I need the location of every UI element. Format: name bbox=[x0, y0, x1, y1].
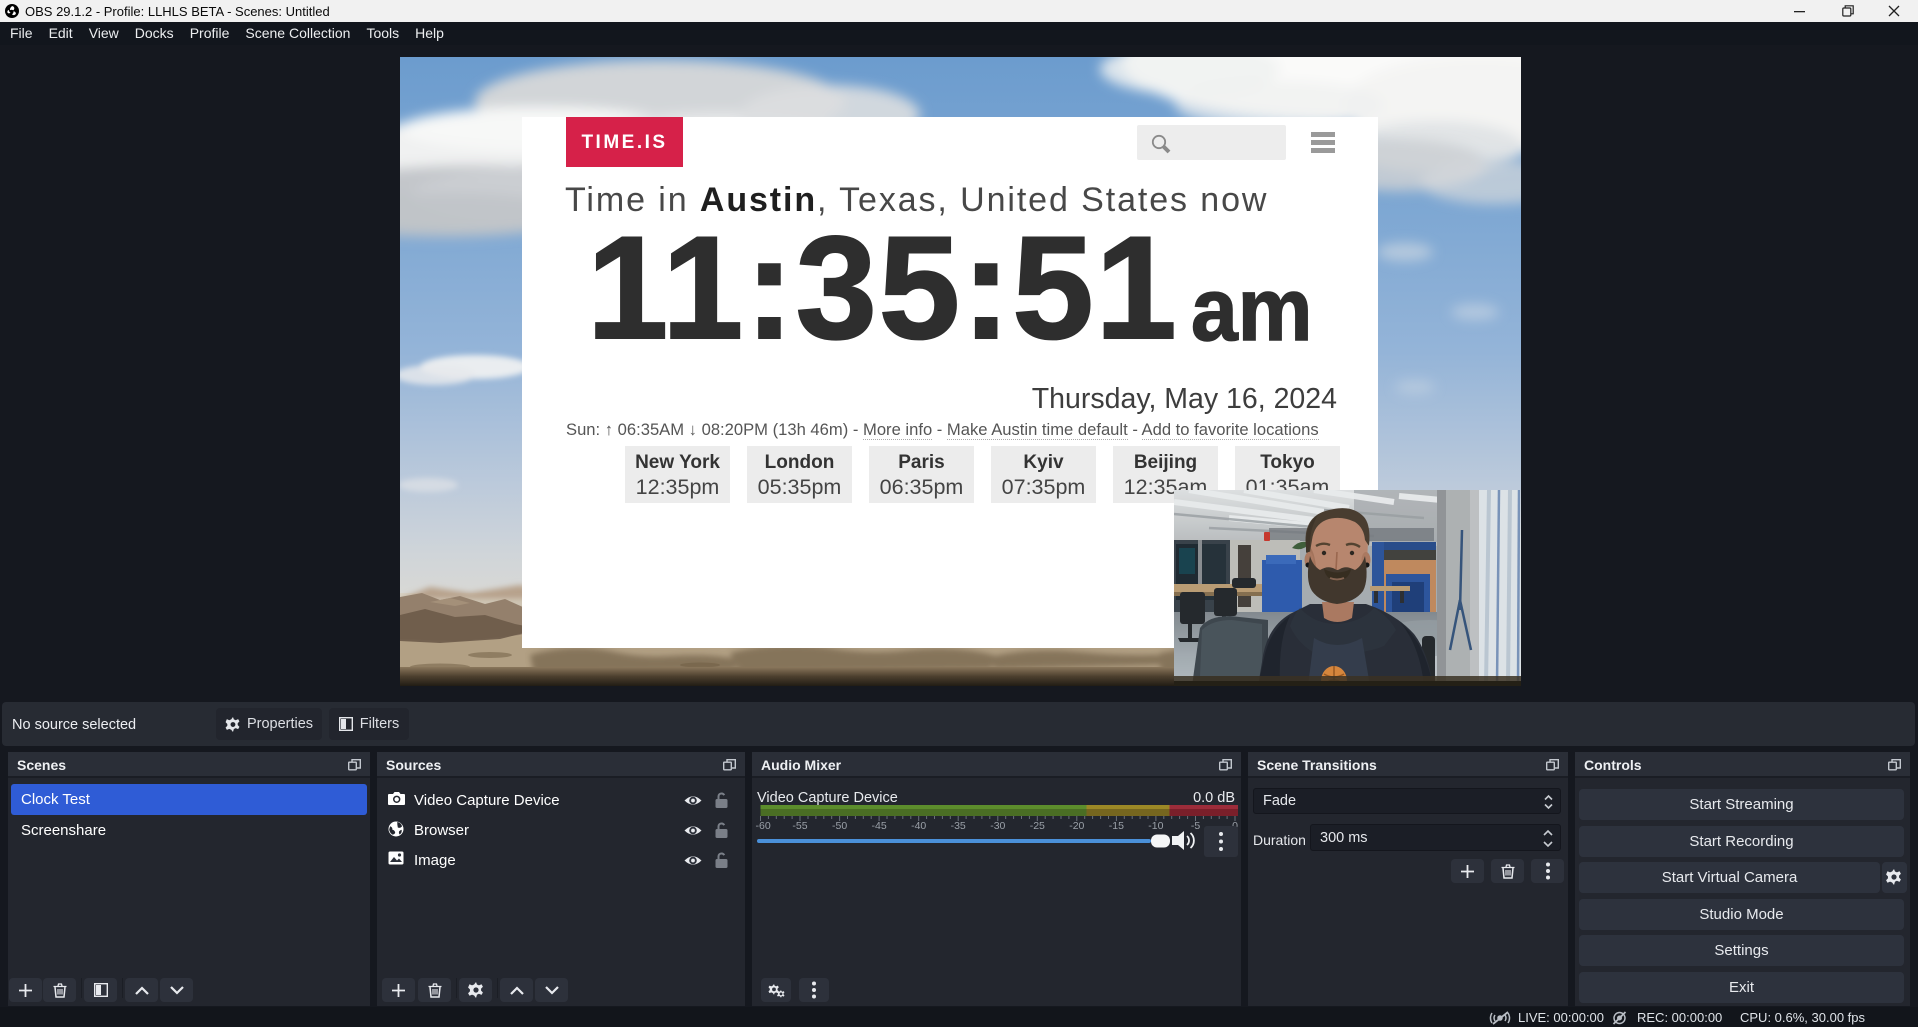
svg-text:-15: -15 bbox=[1109, 820, 1124, 832]
svg-text:-55: -55 bbox=[792, 820, 807, 832]
svg-text:-25: -25 bbox=[1030, 820, 1045, 832]
svg-text:-10: -10 bbox=[1148, 820, 1163, 832]
svg-text:-60: -60 bbox=[756, 820, 771, 832]
svg-text:Video Capture Device: Video Capture Device bbox=[757, 790, 898, 806]
svg-text:-50: -50 bbox=[832, 820, 847, 832]
svg-text:0.0 dB: 0.0 dB bbox=[1193, 790, 1235, 806]
svg-text:-20: -20 bbox=[1069, 820, 1084, 832]
svg-text:-5: -5 bbox=[1191, 820, 1200, 832]
svg-text:-30: -30 bbox=[990, 820, 1005, 832]
svg-text:-40: -40 bbox=[911, 820, 926, 832]
svg-text:-45: -45 bbox=[872, 820, 887, 832]
svg-text:-35: -35 bbox=[951, 820, 966, 832]
